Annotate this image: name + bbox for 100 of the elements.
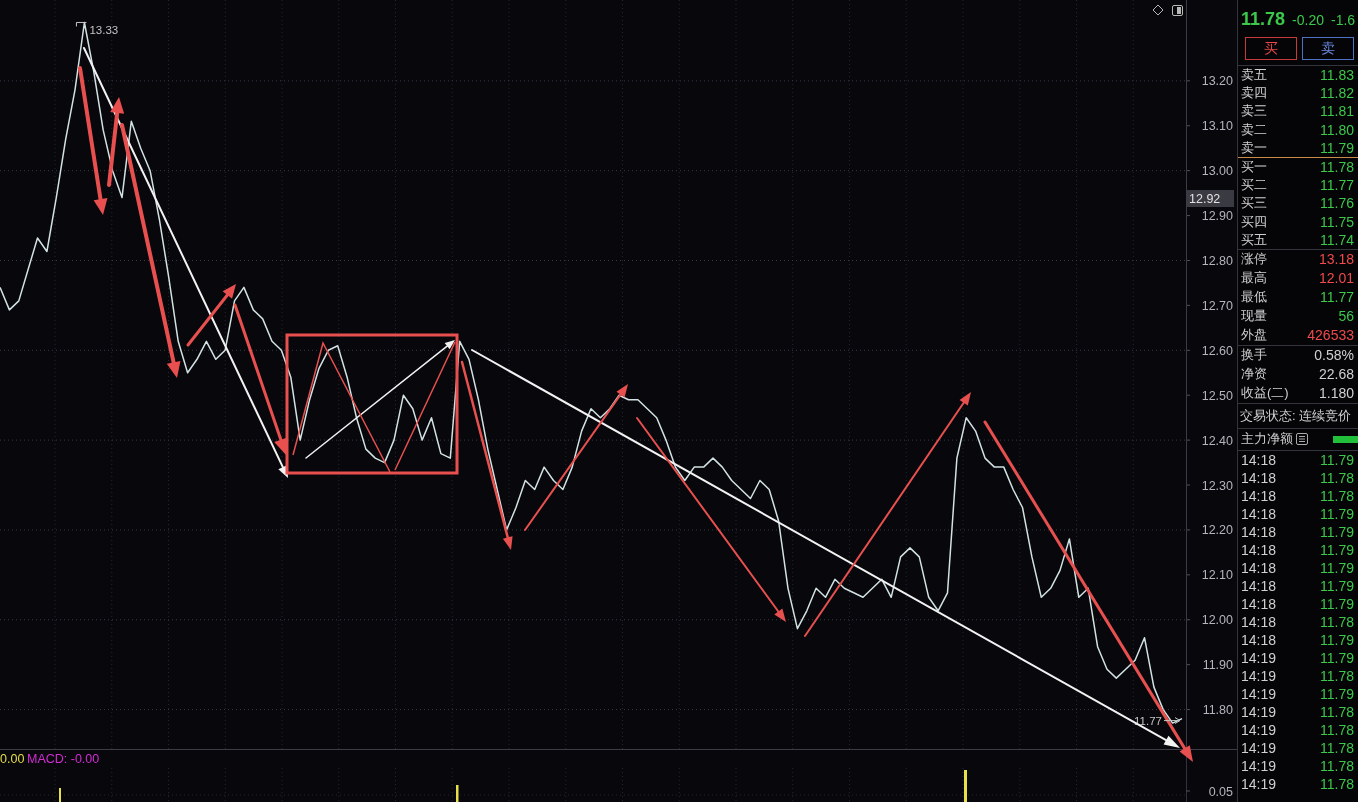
trade-time: 14:19 — [1241, 685, 1277, 702]
y-tick-label: 12.90 — [1201, 209, 1233, 224]
order-level-label: 买一 — [1241, 159, 1267, 176]
order-price: 11.81 — [1320, 103, 1354, 120]
trade-time: 14:19 — [1241, 757, 1277, 774]
y-tick-label: 12.30 — [1201, 478, 1233, 493]
stat-label: 最高 — [1241, 270, 1267, 287]
bar-icon — [1333, 435, 1358, 443]
y-tick-label: 12.70 — [1201, 298, 1233, 313]
y-tick-label: 12.60 — [1201, 343, 1233, 358]
trade-time: 14:19 — [1241, 739, 1277, 756]
stat-value: 12.01 — [1318, 270, 1354, 287]
sell-button[interactable]: 卖 — [1302, 37, 1354, 60]
quote-price: 11.78 — [1241, 8, 1286, 30]
y-tick-label: 13.10 — [1201, 119, 1233, 134]
flow-label: 主力净额 — [1241, 431, 1293, 448]
stat-value: 56 — [1338, 308, 1354, 325]
stat-label: 换手 — [1241, 347, 1267, 364]
trade-time: 14:19 — [1241, 667, 1277, 684]
order-price: 11.75 — [1320, 213, 1354, 230]
y-tick-label: 12.80 — [1201, 254, 1233, 268]
trade-price: 11.79 — [1320, 577, 1354, 594]
order-price: 11.76 — [1320, 195, 1354, 212]
trade-price: 11.79 — [1320, 451, 1354, 468]
trade-time: 14:18 — [1241, 523, 1277, 540]
order-level-label: 卖一 — [1241, 139, 1267, 156]
trade-price: 11.79 — [1320, 685, 1354, 702]
order-level-label: 卖五 — [1241, 67, 1267, 84]
trade-status: 交易状态: 连续竞价 — [1240, 407, 1352, 424]
y-tick-label: 12.00 — [1201, 613, 1233, 628]
trade-price: 11.78 — [1320, 775, 1354, 792]
order-level-label: 卖二 — [1241, 121, 1267, 138]
trade-time: 14:18 — [1241, 559, 1277, 576]
trade-time: 14:18 — [1241, 469, 1277, 486]
trade-price: 11.79 — [1320, 649, 1354, 666]
trade-price: 11.79 — [1320, 541, 1354, 558]
stat-value: 22.68 — [1318, 366, 1354, 383]
order-price: 11.82 — [1320, 85, 1354, 102]
stat-value: 0.58% — [1314, 347, 1354, 364]
diamond-icon[interactable] — [1152, 4, 1164, 16]
trade-price: 11.79 — [1320, 505, 1354, 522]
trade-price: 11.78 — [1320, 721, 1354, 738]
stat-label: 外盘 — [1241, 327, 1267, 344]
trade-price: 11.79 — [1320, 559, 1354, 576]
stat-label: 最低 — [1241, 289, 1267, 306]
quote-change-percent: -1.6 — [1331, 11, 1356, 30]
order-price: 11.74 — [1320, 231, 1354, 248]
stat-value: 11.77 — [1320, 289, 1354, 306]
stat-value: 13.18 — [1318, 251, 1354, 268]
order-price: 11.79 — [1320, 139, 1354, 156]
stat-label: 现量 — [1241, 308, 1267, 325]
trade-price: 11.78 — [1320, 469, 1354, 486]
order-level-label: 买四 — [1241, 213, 1267, 230]
order-price: 11.80 — [1320, 121, 1354, 138]
y-tick-label: 11.90 — [1202, 658, 1233, 673]
y-tick-label: 12.50 — [1201, 388, 1233, 403]
trade-price: 11.78 — [1320, 487, 1354, 504]
order-price: 11.83 — [1320, 67, 1354, 84]
trade-time: 14:18 — [1241, 631, 1277, 648]
order-level-label: 买二 — [1241, 177, 1267, 194]
trade-time: 14:19 — [1241, 649, 1277, 666]
list-icon[interactable] — [1296, 433, 1308, 446]
quote-change: -0.20 — [1292, 11, 1324, 30]
trade-price: 11.78 — [1320, 703, 1354, 720]
trade-time: 14:18 — [1241, 595, 1277, 612]
trade-time: 14:18 — [1241, 487, 1277, 504]
y-tick-label: 12.10 — [1201, 568, 1233, 583]
y-tick-label: 13.20 — [1201, 74, 1233, 89]
order-level-label: 买五 — [1241, 231, 1267, 248]
order-price: 11.78 — [1320, 159, 1354, 176]
crosshair-price-label: 12.92 — [1187, 190, 1234, 207]
trade-time: 14:18 — [1241, 541, 1277, 558]
stat-label: 涨停 — [1241, 251, 1267, 268]
y-tick-label: 12.20 — [1201, 523, 1233, 538]
trade-price: 11.78 — [1320, 667, 1354, 684]
trade-price: 11.79 — [1320, 631, 1354, 648]
stat-label: 收益(二) — [1241, 385, 1289, 402]
trade-time: 14:19 — [1241, 721, 1277, 738]
trade-time: 14:19 — [1241, 703, 1277, 720]
trade-time: 14:18 — [1241, 613, 1277, 630]
trade-price: 11.79 — [1320, 595, 1354, 612]
order-level-label: 卖四 — [1241, 85, 1267, 102]
order-level-label: 卖三 — [1241, 103, 1267, 120]
macd-readout: MACD: -0.00 — [27, 752, 100, 766]
panel-toggle-icon[interactable] — [1172, 5, 1183, 16]
marker-icon — [75, 21, 87, 27]
y-tick-label: 12.40 — [1201, 433, 1233, 448]
stat-value: 1.180 — [1318, 385, 1354, 402]
buy-button[interactable]: 买 — [1245, 37, 1297, 60]
indicator-tick-label: 0.05 — [1208, 784, 1233, 799]
trade-price: 11.78 — [1320, 739, 1354, 756]
order-level-label: 买三 — [1241, 195, 1267, 212]
trade-price: 11.78 — [1320, 613, 1354, 630]
trade-price: 11.78 — [1320, 757, 1354, 774]
indicator-readout: 0.00 — [0, 752, 25, 766]
trade-time: 14:18 — [1241, 451, 1277, 468]
trade-price: 11.79 — [1320, 523, 1354, 540]
order-price: 11.77 — [1320, 177, 1354, 194]
price-annotation: 13.33 — [89, 24, 119, 37]
y-tick-label: 11.80 — [1202, 703, 1233, 718]
